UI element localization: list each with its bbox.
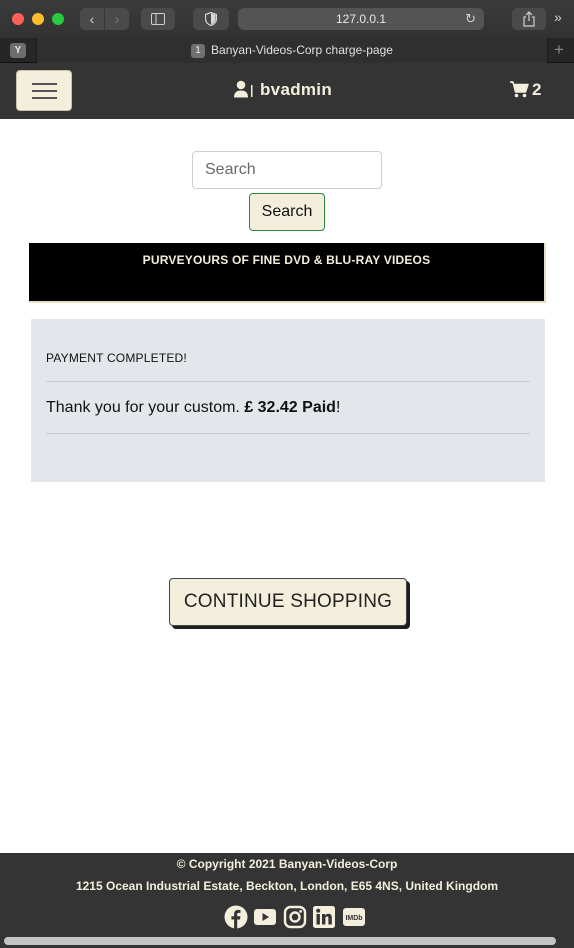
payment-confirmation-card: PAYMENT COMPLETED! Thank you for your cu… <box>31 319 545 482</box>
divider <box>46 381 530 382</box>
menu-icon-bar-top <box>32 83 57 85</box>
privacy-report-button[interactable] <box>193 8 229 30</box>
browser-titlebar: ‹ › 127.0.0.1 ↻ » <box>0 0 574 38</box>
copyright-text: © Copyright 2021 Banyan-Videos-Corp <box>176 857 398 871</box>
reload-icon[interactable]: ↻ <box>465 8 476 30</box>
divider <box>46 433 530 434</box>
user-icon <box>234 80 253 98</box>
imdb-icon[interactable]: IMDb <box>342 905 366 934</box>
search-button[interactable]: Search <box>249 193 325 231</box>
more-tabs-icon[interactable]: » <box>554 9 562 25</box>
linkedin-icon[interactable] <box>312 905 336 934</box>
tagline-banner: PURVEYOURS OF FINE DVD & BLU-RAY VIDEOS <box>29 243 546 303</box>
menu-toggle-button[interactable] <box>16 70 72 111</box>
address-bar[interactable]: 127.0.0.1 ↻ <box>238 8 484 30</box>
instagram-icon[interactable] <box>283 905 307 934</box>
window-close-button[interactable] <box>12 13 24 25</box>
tagline-text: PURVEYOURS OF FINE DVD & BLU-RAY VIDEOS <box>142 253 431 267</box>
thank-you-exclaim: ! <box>335 399 341 416</box>
search-input[interactable] <box>192 151 382 189</box>
cart-link[interactable]: 2 <box>510 80 541 100</box>
share-icon <box>523 11 535 27</box>
new-tab-button[interactable]: + <box>554 40 564 60</box>
facebook-icon[interactable] <box>224 905 248 934</box>
forward-button[interactable]: › <box>105 8 129 30</box>
thank-you-message: Thank you for your custom. £ 32.42 Paid! <box>46 399 340 417</box>
sidebar-icon <box>151 13 165 25</box>
shield-icon <box>205 12 217 26</box>
payment-status: PAYMENT COMPLETED! <box>46 351 187 365</box>
pinned-tab-favicon: Y <box>14 45 22 56</box>
cart-count: 2 <box>532 80 542 99</box>
horizontal-scrollbar[interactable] <box>4 937 556 945</box>
sidebar-toggle-button[interactable] <box>141 8 175 30</box>
continue-shopping-button[interactable]: CONTINUE SHOPPING <box>169 578 407 626</box>
menu-icon-bar-bottom <box>32 97 57 99</box>
tab-title: Banyan-Videos-Corp charge-page <box>211 43 393 57</box>
tab-bar: Y 1 Banyan-Videos-Corp charge-page + <box>0 38 574 63</box>
window-minimize-button[interactable] <box>32 13 44 25</box>
amount-paid: £ 32.42 Paid <box>244 399 336 416</box>
username: bvadmin <box>260 80 333 99</box>
company-address: 1215 Ocean Industrial Estate, Beckton, L… <box>75 879 499 893</box>
site-navbar: bvadmin 2 <box>0 63 574 119</box>
imdb-icon-label: IMDb <box>345 915 362 922</box>
back-button[interactable]: ‹ <box>80 8 104 30</box>
url-text: 127.0.0.1 <box>335 12 387 26</box>
menu-icon-bar-middle <box>32 90 57 92</box>
chevron-left-icon: ‹ <box>89 11 95 27</box>
site-footer: © Copyright 2021 Banyan-Videos-Corp 1215… <box>0 853 574 948</box>
share-button[interactable] <box>512 8 546 30</box>
pinned-tab[interactable]: Y <box>10 43 26 58</box>
tab-number-badge: 1 <box>191 44 206 58</box>
social-links: IMDb <box>224 905 367 929</box>
window-maximize-button[interactable] <box>52 13 64 25</box>
youtube-icon[interactable] <box>253 905 277 934</box>
cart-icon <box>510 81 529 98</box>
active-tab[interactable]: 1 Banyan-Videos-Corp charge-page <box>36 38 548 63</box>
chevron-right-icon: › <box>114 11 120 27</box>
thank-you-text: Thank you for your custom. <box>46 399 240 416</box>
user-account-link[interactable]: bvadmin <box>234 80 332 100</box>
